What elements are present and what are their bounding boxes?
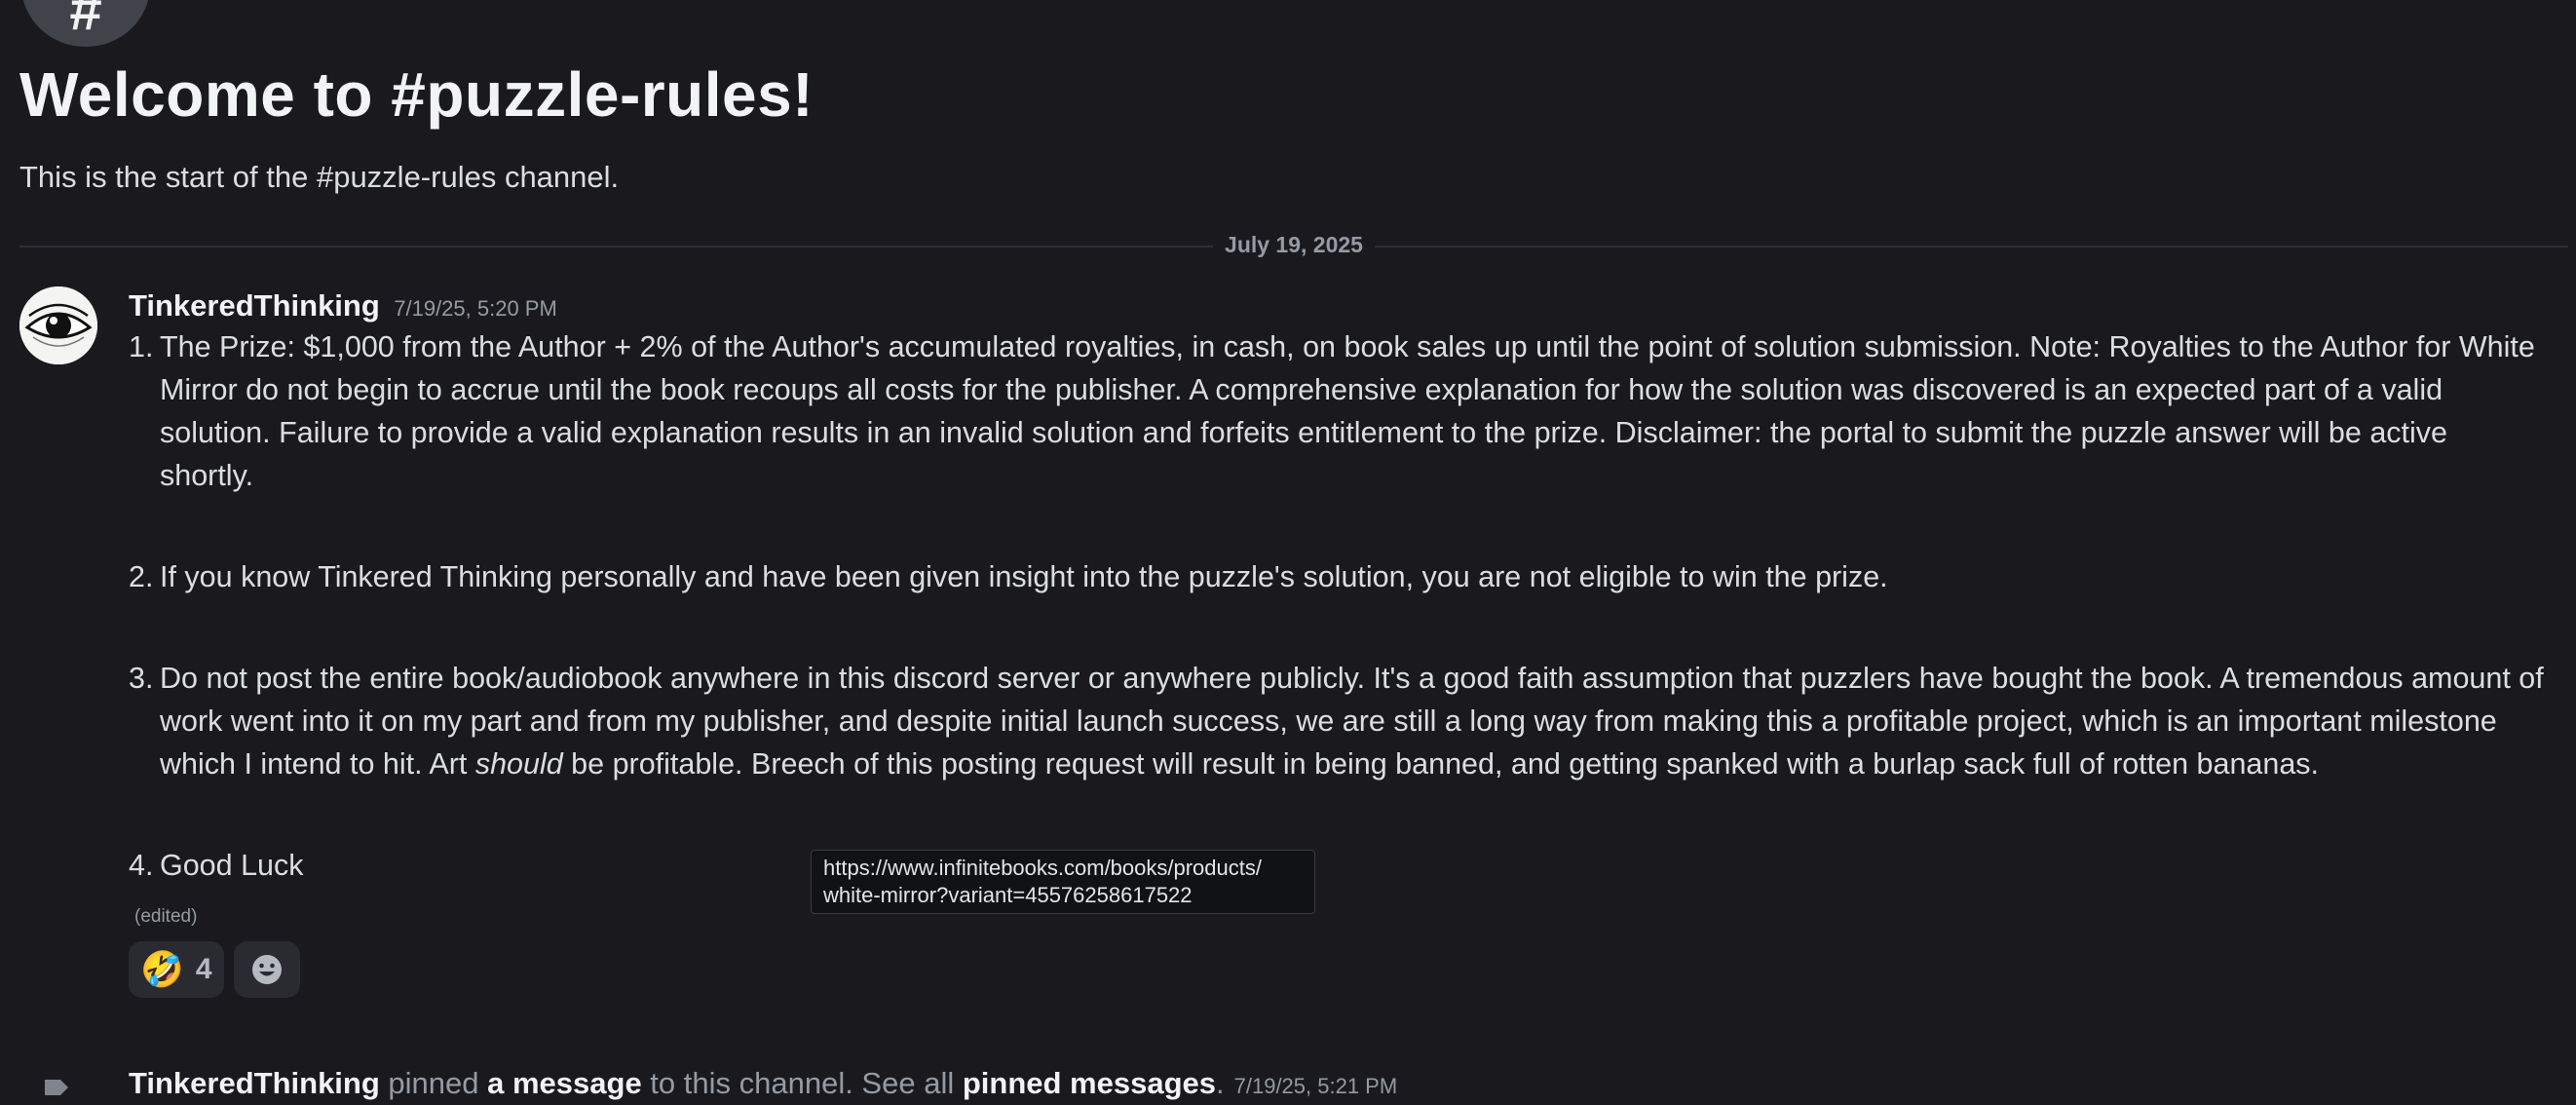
welcome-subtitle: This is the start of the #puzzle-rules c… — [19, 160, 620, 194]
channel-hash-icon: # — [21, 0, 150, 47]
list-item: 2. If you know Tinkered Thinking persona… — [129, 555, 2545, 598]
list-item-number: 4. — [129, 849, 154, 882]
list-item-text: The Prize: $1,000 from the Author + 2% o… — [160, 330, 2535, 492]
pin-notice-author[interactable]: TinkeredThinking — [129, 1066, 380, 1100]
add-reaction-button[interactable] — [233, 941, 300, 998]
date-divider: July 19, 2025 — [19, 232, 2568, 258]
pin-notice-end: . — [1216, 1066, 1225, 1100]
eye-icon — [19, 286, 97, 364]
list-item-text: be profitable. Breech of this posting re… — [562, 747, 2320, 781]
rofl-emoji-icon: 🤣 — [140, 949, 184, 989]
pinned-messages-link[interactable]: pinned messages — [963, 1066, 1216, 1100]
link-tooltip: https://www.infinitebooks.com/books/prod… — [811, 850, 1315, 914]
pin-notice-verb: pinned — [379, 1066, 488, 1100]
list-item-number: 3. — [129, 662, 154, 695]
pin-icon — [45, 1080, 68, 1095]
pin-notice-timestamp: 7/19/25, 5:21 PM — [1233, 1074, 1398, 1098]
reaction-count: 4 — [195, 953, 212, 985]
pin-notice-middle: to this channel. See all — [641, 1066, 963, 1100]
pin-notice-text: TinkeredThinking pinned a message to thi… — [129, 1066, 1397, 1101]
date-divider-label: July 19, 2025 — [1213, 232, 1375, 258]
avatar[interactable] — [19, 286, 97, 364]
message-header: TinkeredThinking 7/19/25, 5:20 PM — [129, 286, 2545, 325]
welcome-title: Welcome to #puzzle-rules! — [19, 59, 814, 130]
channel-hash-glyph: # — [69, 0, 102, 42]
smiley-icon — [251, 955, 282, 984]
list-item: 1. The Prize: $1,000 from the Author + 2… — [129, 325, 2545, 497]
message-timestamp[interactable]: 7/19/25, 5:20 PM — [394, 296, 557, 321]
list-item-text: Good Luck — [160, 849, 304, 882]
list-item: 4. Good Luck — [129, 844, 2545, 887]
rules-list: 1. The Prize: $1,000 from the Author + 2… — [129, 325, 2545, 887]
message: TinkeredThinking 7/19/25, 5:20 PM 1. The… — [129, 286, 2545, 998]
edited-label: (edited) — [134, 906, 198, 927]
reactions-bar: 🤣 4 — [129, 941, 2545, 998]
pinned-message-link[interactable]: a message — [487, 1066, 642, 1100]
list-item: 3. Do not post the entire book/audiobook… — [129, 657, 2545, 785]
list-item-text: If you know Tinkered Thinking personally… — [160, 560, 1888, 593]
message-author[interactable]: TinkeredThinking — [129, 288, 380, 323]
reaction-button[interactable]: 🤣 4 — [129, 941, 224, 998]
list-item-number: 2. — [129, 560, 154, 593]
list-item-number: 1. — [129, 330, 154, 363]
list-item-emphasis: should — [474, 747, 563, 781]
pin-notice: TinkeredThinking pinned a message to thi… — [39, 1066, 2572, 1105]
